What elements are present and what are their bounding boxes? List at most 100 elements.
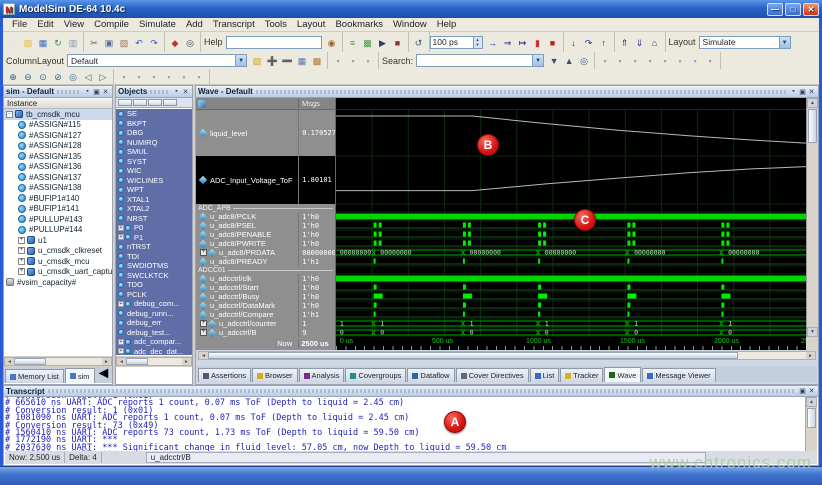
wave-lock-icon[interactable]: ▪ <box>132 70 146 83</box>
palette-icon[interactable]: ▩ <box>310 54 324 67</box>
scroll-left-icon[interactable]: ◄ <box>199 352 208 359</box>
reload-icon[interactable]: ↻ <box>51 36 65 49</box>
tab-tracker[interactable]: Tracker <box>560 368 603 382</box>
stepper-down-icon[interactable]: ▼ <box>474 42 482 48</box>
transcript-log[interactable]: # Conversion result: 1 (0x01)# 665610 ns… <box>5 397 805 452</box>
wave-vscrollbar[interactable]: ▲ ▼ <box>806 98 818 337</box>
tab-cover-directives[interactable]: Cover Directives <box>456 368 529 382</box>
sim-tree-item-tb-cmsdk-mcu[interactable]: -tb_cmsdk_mcu <box>4 109 112 120</box>
wave-row-u-adcctrl-compare[interactable]: u_adcctrl/Compare1'h1 <box>196 310 335 319</box>
wave-edit-icon[interactable]: ▪ <box>162 70 176 83</box>
scroll-up-icon[interactable]: ▲ <box>806 397 817 407</box>
tab-message-viewer[interactable]: Message Viewer <box>642 368 715 382</box>
minimize-button[interactable]: — <box>767 3 783 16</box>
menu-tools[interactable]: Tools <box>260 19 292 30</box>
wave-row-u-adc8-psel[interactable]: u_adc8/PSEL1'h0 <box>196 221 335 230</box>
tab-wave[interactable]: Wave <box>604 367 641 382</box>
tab-dataflow[interactable]: Dataflow <box>407 368 454 382</box>
scroll-right-icon[interactable]: ► <box>806 352 815 359</box>
object-signal-bkpt[interactable]: BKPT <box>116 119 192 129</box>
sim-tree-item-u1[interactable]: +u1 <box>4 235 112 246</box>
bookmark-icon[interactable]: ◆ <box>168 36 182 49</box>
wave-row-u-adcctrl-b[interactable]: +u_adcctrl/B9 <box>196 328 335 337</box>
chevron-down-icon[interactable]: ▼ <box>779 37 790 48</box>
scroll-thumb[interactable] <box>126 358 148 365</box>
chevron-down-icon[interactable]: ▼ <box>532 55 543 66</box>
wave-row-u-adc8-penable[interactable]: u_adc8/PENABLE1'h0 <box>196 230 335 239</box>
tab-browser[interactable]: Browser <box>252 368 298 382</box>
wave-tool-7-icon[interactable]: ▪ <box>688 54 702 67</box>
object-signal-debug-test[interactable]: debug_test... <box>116 328 192 338</box>
title-bar[interactable]: M ModelSim DE-64 10.4c — □ ✕ <box>0 0 822 18</box>
wave-row-liquid-level[interactable]: liquid_level0.170527 <box>196 110 335 156</box>
menu-help[interactable]: Help <box>432 19 462 30</box>
sim-tree-item-assign-137[interactable]: #ASSIGN#137 <box>4 172 112 183</box>
wave-hscrollbar[interactable]: ◄ ► <box>198 351 816 360</box>
simulate-stop-icon[interactable]: ■ <box>391 36 405 49</box>
object-signal-pclk[interactable]: PCLK <box>116 290 192 300</box>
goto-next-icon[interactable]: ▪ <box>346 54 360 67</box>
object-signal-debug-com[interactable]: +debug_com... <box>116 299 192 309</box>
object-signal-adc-dec-dat[interactable]: +adc_dec_dat... <box>116 347 192 356</box>
sim-tree-item-assign-127[interactable]: #ASSIGN#127 <box>4 130 112 141</box>
menu-compile[interactable]: Compile <box>89 19 134 30</box>
sim-tree-item-u-cmsdk-clkreset[interactable]: +u_cmsdk_clkreset <box>4 246 112 257</box>
objects-filter-chip[interactable] <box>163 99 177 106</box>
save-icon[interactable]: ▦ <box>36 36 50 49</box>
menu-add[interactable]: Add <box>181 19 208 30</box>
wave-canvas-area[interactable]: 0000000000000000000000000000000000000000… <box>336 98 806 337</box>
menu-transcript[interactable]: Transcript <box>208 19 260 30</box>
tree-expander-icon[interactable]: + <box>18 247 25 254</box>
menu-simulate[interactable]: Simulate <box>134 19 181 30</box>
sim-close-icon[interactable]: ✕ <box>101 88 110 96</box>
run-length-input[interactable] <box>430 36 474 49</box>
transcript-dock-icon[interactable]: ▣ <box>798 387 807 395</box>
compile-all-icon[interactable]: ▩ <box>361 36 375 49</box>
tab-covergroups[interactable]: Covergroups <box>345 368 406 382</box>
simulate-icon[interactable]: ▶ <box>376 36 390 49</box>
step-over-icon[interactable]: ↷ <box>582 36 596 49</box>
wave-row-u-adcctrl-busy[interactable]: u_adcctrl/Busy1'h0 <box>196 292 335 301</box>
object-signal-ntrst[interactable]: nTRST <box>116 242 192 252</box>
scroll-thumb[interactable] <box>807 408 816 428</box>
stop-icon[interactable]: ■ <box>546 36 560 49</box>
object-signal-swclktck[interactable]: SWCLKTCK <box>116 271 192 281</box>
wave-row-u-adc8-prdata[interactable]: +u_adc8/PRDATA00000000 <box>196 248 335 257</box>
step-into-icon[interactable]: ↓ <box>567 36 581 49</box>
goto-prev-icon[interactable]: ▪ <box>331 54 345 67</box>
run-length-stepper[interactable]: ▲▼ <box>430 36 483 49</box>
scroll-down-icon[interactable]: ▼ <box>807 327 818 337</box>
scroll-up-icon[interactable]: ▲ <box>807 98 818 108</box>
wave-row-u-adcctrl-datamark[interactable]: u_adcctrl/DataMark1'h0 <box>196 301 335 310</box>
transcript-header[interactable]: Transcript ▣ ✕ <box>4 386 818 397</box>
sim-pin-icon[interactable]: ▪ <box>83 88 92 95</box>
signal-expander-icon[interactable]: + <box>118 301 124 307</box>
objects-pin-icon[interactable]: ▪ <box>172 88 181 95</box>
wave-pair-icon[interactable]: ▪ <box>147 70 161 83</box>
tree-expander-icon[interactable]: + <box>18 258 25 265</box>
scroll-thumb[interactable] <box>808 109 817 143</box>
wave-canvas[interactable]: 0000000000000000000000000000000000000000… <box>336 110 806 337</box>
wave-row-u-adcctrl-start[interactable]: u_adcctrl/Start1'h0 <box>196 283 335 292</box>
zoom-range-icon[interactable]: ⊘ <box>51 70 65 83</box>
close-button[interactable]: ✕ <box>803 3 819 16</box>
wave-tool-2-icon[interactable]: ▪ <box>613 54 627 67</box>
toolbar-input[interactable] <box>226 36 322 49</box>
zoom-right-icon[interactable]: ▷ <box>96 70 110 83</box>
down-context-icon[interactable]: ⇓ <box>633 36 647 49</box>
tree-expander-icon[interactable]: - <box>6 111 13 118</box>
wave-close-icon[interactable]: ✕ <box>807 88 816 96</box>
menu-view[interactable]: View <box>59 19 89 30</box>
sim-dock-icon[interactable]: ▣ <box>92 88 101 96</box>
wave-tool-1-icon[interactable]: ▪ <box>598 54 612 67</box>
scroll-right-icon[interactable]: ► <box>182 358 191 365</box>
paste-icon[interactable]: ▧ <box>117 36 131 49</box>
zoom-full-icon[interactable]: ⊙ <box>36 70 50 83</box>
objects-filter-chip[interactable] <box>148 99 162 106</box>
run-continue-icon[interactable]: ⇒ <box>501 36 515 49</box>
sim-tree-item-assign-128[interactable]: #ASSIGN#128 <box>4 141 112 152</box>
object-signal-wic[interactable]: WIC <box>116 166 192 176</box>
object-signal-debug-err[interactable]: debug_err <box>116 318 192 328</box>
sim-tree-item-pullup-143[interactable]: #PULLUP#143 <box>4 214 112 225</box>
wave-cursor-icon[interactable]: ▪ <box>117 70 131 83</box>
